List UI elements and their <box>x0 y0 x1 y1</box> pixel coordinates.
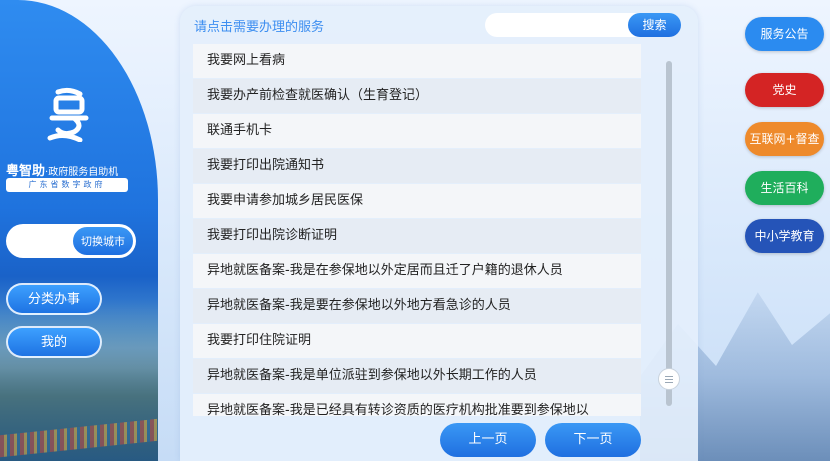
service-list: 我要网上看病 我要办产前检查就医确认（生育登记） 联通手机卡 我要打印出院通知书 我要申… <box>193 44 641 416</box>
service-item[interactable]: 我要打印出院通知书 <box>193 149 641 183</box>
dragon-boats-image <box>0 418 158 458</box>
right-nav-item[interactable]: 服务公告 <box>745 17 824 51</box>
right-nav-item[interactable]: 生活百科 <box>745 171 824 205</box>
service-item[interactable]: 我要打印出院诊断证明 <box>193 219 641 253</box>
prompt-text: 请点击需要办理的服务 <box>194 20 325 35</box>
service-item[interactable]: 异地就医备案-我是要在参保地以外地方看急诊的人员 <box>193 289 641 323</box>
search-button[interactable]: 搜索 <box>628 13 681 37</box>
service-item[interactable]: 异地就医备案-我是在参保地以外定居而且迁了户籍的退休人员 <box>193 254 641 288</box>
grip-line <box>665 375 673 377</box>
prev-page-button[interactable]: 上一页 <box>440 423 536 457</box>
service-item[interactable]: 联通手机卡 <box>193 114 641 148</box>
left-panel: 粤智助·政府服务自助机 广东省数字政府 切换城市 分类办事 我的 <box>0 0 158 461</box>
scrollbar-track[interactable] <box>666 61 672 406</box>
scrollbar-thumb[interactable] <box>658 367 680 390</box>
right-nav-item[interactable]: 互联网+督查 <box>745 122 824 156</box>
right-nav-item[interactable]: 党史 <box>745 73 824 107</box>
service-item[interactable]: 我要申请参加城乡居民医保 <box>193 184 641 218</box>
brand-subtitle: ·政府服务自助机 <box>45 167 119 178</box>
my-button[interactable]: 我的 <box>6 326 102 358</box>
brand-title: 粤智助·政府服务自助机 <box>6 160 118 179</box>
scenery-image <box>0 300 158 461</box>
service-item[interactable]: 我要办产前检查就医确认（生育登记） <box>193 79 641 113</box>
switch-city-button[interactable]: 切换城市 <box>72 226 134 256</box>
service-item[interactable]: 异地就医备案-我是单位派驻到参保地以外长期工作的人员 <box>193 359 641 393</box>
service-item[interactable]: 异地就医备案-我是已经具有转诊资质的医疗机构批准要到参保地以 <box>193 394 641 416</box>
brand-name: 粤智助 <box>6 164 46 179</box>
next-page-button[interactable]: 下一页 <box>545 423 641 457</box>
category-services-button[interactable]: 分类办事 <box>6 283 102 315</box>
grip-line <box>665 378 673 380</box>
service-item[interactable]: 我要网上看病 <box>193 44 641 78</box>
service-item[interactable]: 我要打印住院证明 <box>193 324 641 358</box>
right-nav-item[interactable]: 中小学教育 <box>745 219 824 253</box>
yue-logo-icon <box>47 87 89 142</box>
city-switch: 切换城市 <box>6 224 136 258</box>
main-panel: 请点击需要办理的服务 搜索 我要网上看病 我要办产前检查就医确认（生育登记） 联通手… <box>180 6 698 461</box>
search-input[interactable] <box>493 15 627 37</box>
grip-line <box>665 381 673 383</box>
brand-org-label: 广东省数字政府 <box>6 178 128 192</box>
